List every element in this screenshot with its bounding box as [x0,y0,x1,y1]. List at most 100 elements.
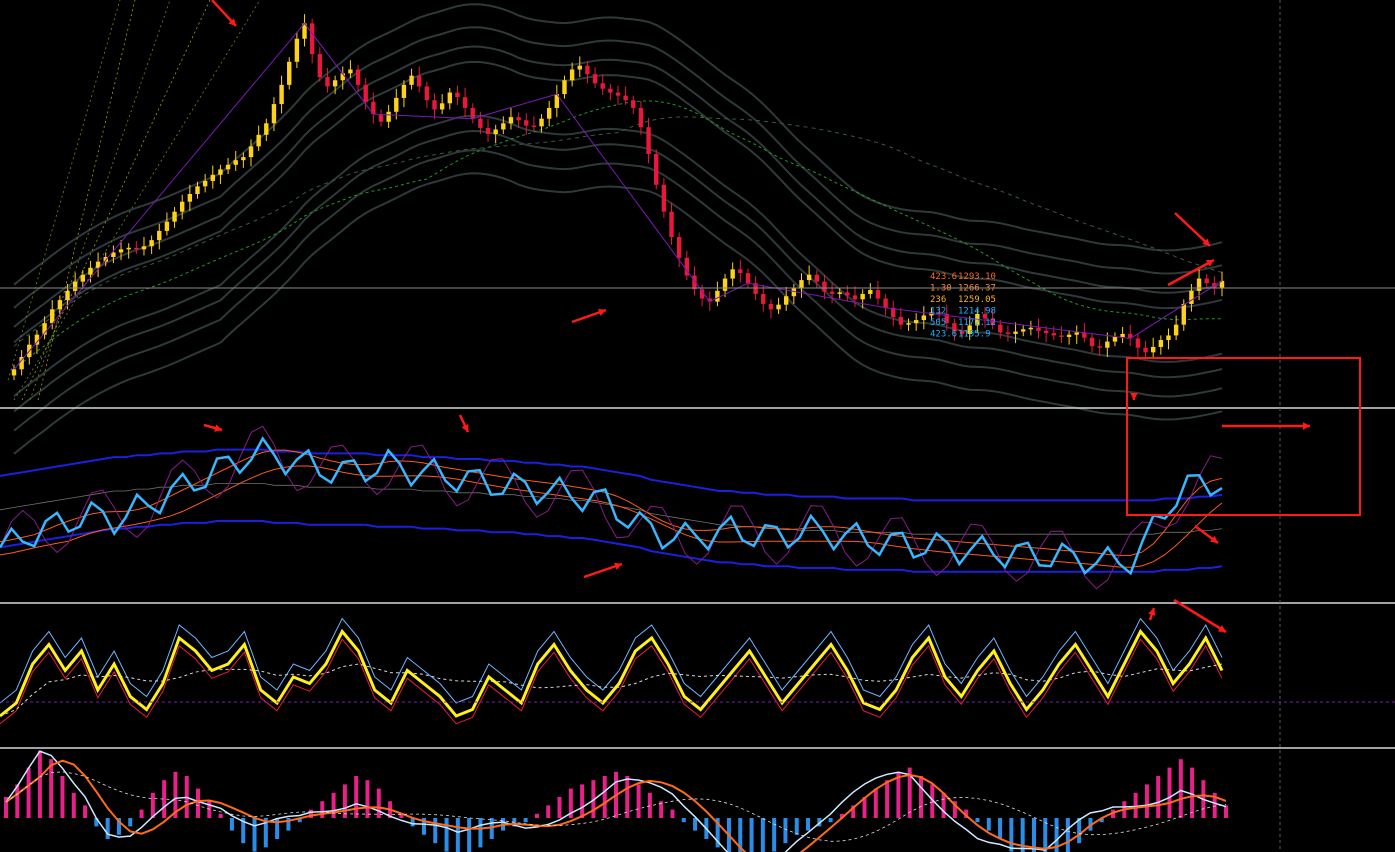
candle-body [1028,327,1034,330]
candle-body [615,92,621,96]
macd-histogram-bar [444,818,449,852]
candle-body [531,125,537,128]
candle-body [271,104,277,124]
macd-histogram-bar [455,818,460,852]
macd-histogram-bar [1178,759,1183,818]
macd-histogram-bar [354,776,359,818]
fib-level-price: 1214.98 [958,307,996,317]
candle-body [348,69,353,74]
candle-body [814,274,819,282]
macd-histogram-bar [37,750,42,818]
candle-body [233,160,238,165]
macd-histogram-bar [71,792,76,818]
candle-body [401,84,407,98]
macd-histogram-bar [1167,767,1172,818]
macd-histogram-bar [647,792,652,818]
macd-histogram-bar [467,818,472,852]
macd-histogram-bar [128,818,133,827]
candle-body [1120,333,1125,337]
candle-body [210,174,215,181]
fib-level-ratio: 423.6 [930,330,957,340]
candle-body [806,274,812,281]
candle-body [646,127,651,155]
fib-level-ratio: 236 [930,295,946,305]
candle-body [378,114,384,122]
candle-body [791,288,797,297]
candle-body [1143,347,1148,353]
candle-body [1150,346,1156,353]
candle-body [898,316,904,325]
fib-level-ratio: 423.6 [930,272,957,282]
candle-body [1105,341,1110,348]
candle-body [218,169,223,175]
candle-body [822,281,827,292]
candle-body [1059,335,1064,337]
macd-histogram-bar [794,818,799,835]
macd-histogram-bar [1065,818,1070,852]
candle-body [202,180,208,187]
candle-body [325,77,330,87]
macd-histogram-bar [376,788,381,818]
candle-body [600,83,605,89]
macd-histogram-bar [546,805,551,818]
candle-body [784,296,789,305]
candle-body [172,211,177,222]
candle-body [852,295,858,300]
candle-body [1097,346,1102,348]
macd-histogram-bar [693,818,698,831]
candle-body [546,107,552,119]
candle-body [1196,278,1202,291]
macd-histogram-bar [772,818,777,852]
candle-body [394,97,399,112]
macd-histogram-bar [941,792,946,818]
candle-body [149,240,154,247]
fib-level-price: 1293.10 [958,272,996,282]
candle-body [875,290,881,299]
candle-body [761,293,766,304]
candle-body [1051,333,1056,336]
candle-body [1043,330,1049,334]
candle-body [501,123,506,130]
candle-body [623,95,628,101]
macd-histogram-bar [218,813,223,818]
candle-body [845,292,850,296]
candle-body [493,129,498,135]
candle-body [1158,340,1164,347]
macd-histogram-bar [885,780,890,818]
candle-body [141,246,147,250]
candle-body [1036,327,1041,331]
macd-histogram-bar [60,776,65,818]
candle-body [669,211,674,238]
candle-body [1204,278,1209,284]
macd-histogram-bar [1190,767,1195,818]
macd-histogram-bar [636,784,641,818]
macd-histogram-bar [478,818,483,848]
macd-histogram-bar [557,797,562,818]
macd-histogram-bar [1156,776,1161,818]
candle-body [470,107,475,119]
candle-body [195,186,200,195]
candle-body [868,290,873,294]
candle-body [287,61,292,85]
candle-body [386,111,391,122]
candle-body [11,369,17,376]
candle-body [913,320,919,324]
macd-histogram-bar [749,818,754,852]
macd-histogram-bar [1009,818,1014,852]
candle-body [332,80,338,87]
macd-histogram-bar [625,776,630,818]
candle-body [164,221,170,231]
candle-body [799,280,804,289]
candle-body [592,74,598,84]
candle-body [317,54,323,78]
macd-histogram-bar [873,788,878,818]
candle-body [1021,329,1026,332]
macd-histogram-bar [783,818,788,844]
candle-body [776,304,781,310]
macd-histogram-bar [26,767,31,818]
candle-body [1005,332,1011,334]
candle-body [409,75,414,85]
macd-histogram-bar [760,818,765,852]
macd-histogram-bar [975,818,980,823]
candle-body [1066,334,1072,337]
